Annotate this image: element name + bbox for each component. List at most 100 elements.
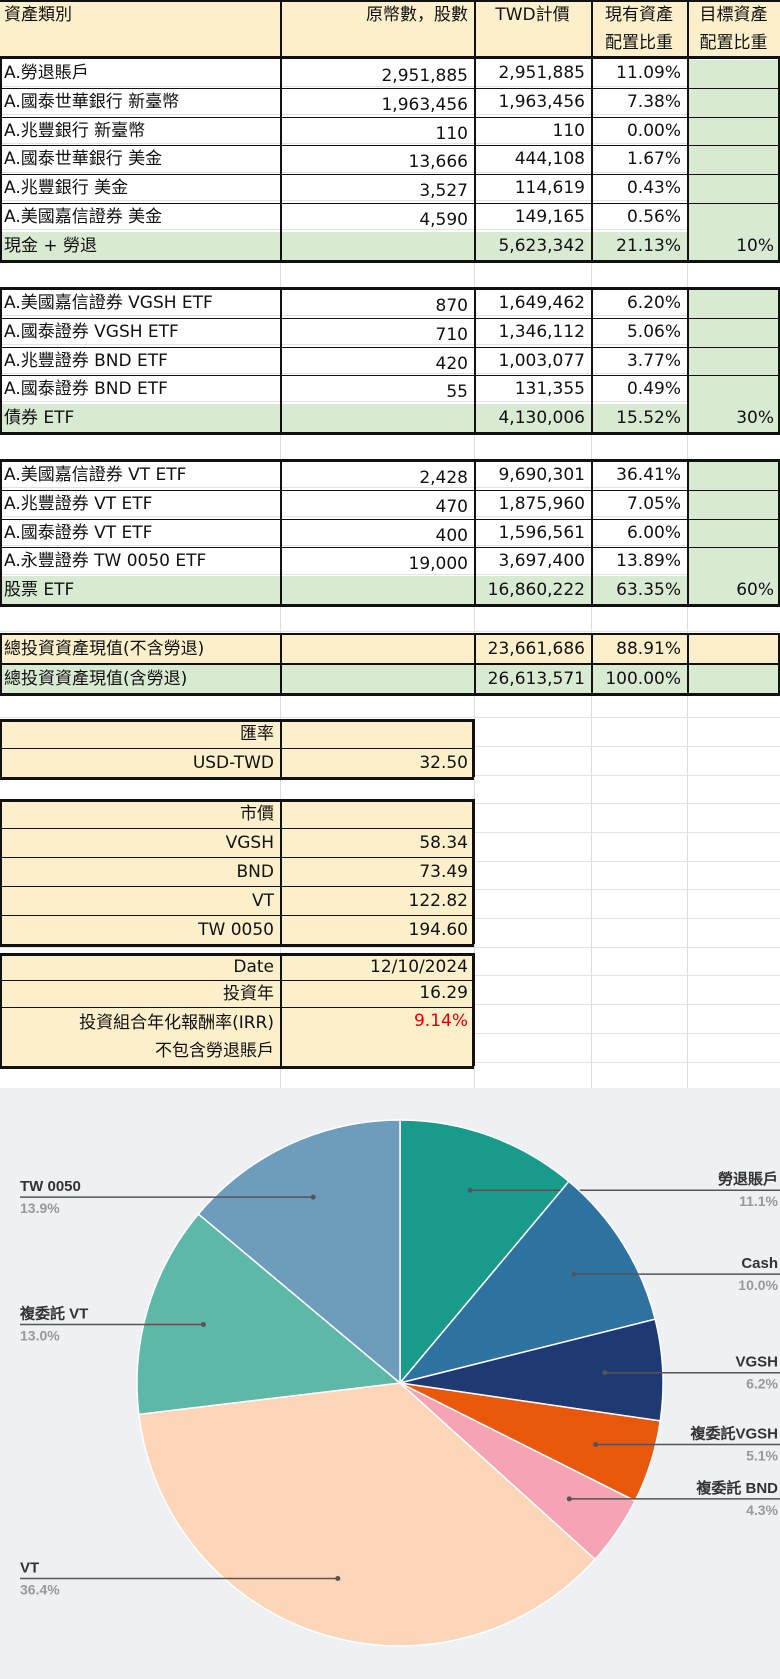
fx-value[interactable]: 32.50 <box>280 749 474 777</box>
asset-pct[interactable]: 0.49% <box>591 375 687 404</box>
border-line <box>687 459 689 605</box>
slice-label: 複委託 VT <box>19 1305 88 1323</box>
asset-pct[interactable]: 5.06% <box>591 318 687 347</box>
asset-twd[interactable]: 9,690,301 <box>474 461 591 490</box>
asset-original[interactable]: 19,000 <box>280 550 474 579</box>
asset-name[interactable]: A.兆豐證券 VT ETF <box>0 490 280 519</box>
asset-original[interactable]: 710 <box>280 321 474 350</box>
price-value[interactable]: 122.82 <box>280 887 474 915</box>
asset-twd[interactable]: 3,697,400 <box>474 547 591 576</box>
asset-name[interactable]: A.兆豐銀行 美金 <box>0 174 280 203</box>
border-line <box>0 259 780 263</box>
summary-name[interactable]: 總投資資產現值(不含勞退) <box>0 635 280 663</box>
asset-twd[interactable]: 1,003,077 <box>474 347 591 376</box>
asset-original[interactable]: 110 <box>280 120 474 149</box>
asset-twd[interactable]: 131,355 <box>474 375 591 404</box>
asset-twd[interactable]: 444,108 <box>474 145 591 174</box>
asset-original[interactable]: 870 <box>280 292 474 321</box>
years-value[interactable]: 16.29 <box>280 980 474 1006</box>
asset-name[interactable]: A.國泰世華銀行 新臺幣 <box>0 88 280 117</box>
group-total-pct[interactable]: 15.52% <box>591 404 687 433</box>
price-value[interactable]: 73.49 <box>280 858 474 886</box>
slice-label: 複委託VGSH <box>689 1425 778 1443</box>
asset-name[interactable]: A.國泰世華銀行 美金 <box>0 145 280 174</box>
date-value[interactable]: 12/10/2024 <box>280 954 474 980</box>
asset-name[interactable]: A.國泰證券 VT ETF <box>0 519 280 548</box>
summary-pct[interactable]: 88.91% <box>591 635 687 663</box>
group-total-pct[interactable]: 21.13% <box>591 232 687 261</box>
summary-twd[interactable]: 26,613,571 <box>474 665 591 693</box>
asset-pct[interactable]: 13.89% <box>591 547 687 576</box>
asset-twd[interactable]: 1,649,462 <box>474 289 591 318</box>
asset-name[interactable]: A.美國嘉信證券 VT ETF <box>0 461 280 490</box>
asset-twd[interactable]: 1,963,456 <box>474 88 591 117</box>
header-category[interactable]: 資產類別 <box>0 0 280 30</box>
group-total-twd[interactable]: 5,623,342 <box>474 232 591 261</box>
asset-original[interactable]: 2,951,885 <box>280 62 474 91</box>
asset-name[interactable]: A.兆豐證券 BND ETF <box>0 347 280 376</box>
asset-name[interactable]: A.美國嘉信證券 VGSH ETF <box>0 289 280 318</box>
asset-original[interactable]: 470 <box>280 493 474 522</box>
asset-original[interactable]: 420 <box>280 350 474 379</box>
summary-name[interactable]: 總投資資產現值(含勞退) <box>0 665 280 693</box>
border-line <box>0 0 780 2</box>
leader-dot <box>566 1496 572 1502</box>
header-current-1[interactable]: 現有資產 <box>591 0 687 30</box>
header-target-2[interactable]: 配置比重 <box>687 28 780 58</box>
header-current-2[interactable]: 配置比重 <box>591 28 687 58</box>
asset-name[interactable]: A.美國嘉信證券 美金 <box>0 203 280 232</box>
price-value[interactable]: 58.34 <box>280 829 474 857</box>
asset-twd[interactable]: 1,596,561 <box>474 519 591 548</box>
asset-pct[interactable]: 1.67% <box>591 145 687 174</box>
asset-name[interactable]: A.兆豐銀行 新臺幣 <box>0 117 280 146</box>
group-total-name[interactable]: 債券 ETF <box>0 404 280 433</box>
asset-twd[interactable]: 1,346,112 <box>474 318 591 347</box>
header-original[interactable]: 原幣數，股數 <box>280 0 474 30</box>
group-target-pct[interactable]: 10% <box>687 232 780 261</box>
asset-original[interactable]: 55 <box>280 378 474 407</box>
group-total-twd[interactable]: 16,860,222 <box>474 576 591 605</box>
asset-original[interactable]: 2,428 <box>280 464 474 493</box>
asset-twd[interactable]: 114,619 <box>474 174 591 203</box>
asset-name[interactable]: A.永豐證券 TW 0050 ETF <box>0 547 280 576</box>
asset-pct[interactable]: 0.56% <box>591 203 687 232</box>
asset-name[interactable]: A.國泰證券 VGSH ETF <box>0 318 280 347</box>
asset-pct[interactable]: 36.41% <box>591 461 687 490</box>
group-total-name[interactable]: 股票 ETF <box>0 576 280 605</box>
irr-value[interactable]: 9.14% <box>280 1007 474 1035</box>
spreadsheet[interactable]: 資產類別 原幣數，股數 TWD計價 現有資產 配置比重 目標資產 配置比重 A.勞退賬戶 2,9… <box>0 0 780 1088</box>
group-total-pct[interactable]: 63.35% <box>591 576 687 605</box>
asset-name[interactable]: A.勞退賬戶 <box>0 59 280 88</box>
asset-pct[interactable]: 7.05% <box>591 490 687 519</box>
slice-percent: 11.1% <box>739 1193 778 1209</box>
group-target-pct[interactable]: 60% <box>687 576 780 605</box>
asset-original[interactable]: 4,590 <box>280 206 474 235</box>
asset-pct[interactable]: 6.20% <box>591 289 687 318</box>
header-target-1[interactable]: 目標資產 <box>687 0 780 30</box>
asset-name[interactable]: A.國泰證券 BND ETF <box>0 375 280 404</box>
summary-twd[interactable]: 23,661,686 <box>474 635 591 663</box>
group-total-name[interactable]: 現金 + 勞退 <box>0 232 280 261</box>
cell-fill <box>688 60 780 88</box>
price-value[interactable]: 194.60 <box>280 916 474 944</box>
border-line <box>474 0 476 57</box>
group-target-pct[interactable]: 30% <box>687 404 780 433</box>
summary-pct[interactable]: 100.00% <box>591 665 687 693</box>
asset-pct[interactable]: 3.77% <box>591 347 687 376</box>
asset-twd[interactable]: 149,165 <box>474 203 591 232</box>
asset-twd[interactable]: 110 <box>474 117 591 146</box>
asset-twd[interactable]: 2,951,885 <box>474 59 591 88</box>
asset-original[interactable]: 3,527 <box>280 177 474 206</box>
asset-twd[interactable]: 1,875,960 <box>474 490 591 519</box>
asset-pct[interactable]: 7.38% <box>591 88 687 117</box>
asset-original[interactable]: 13,666 <box>280 148 474 177</box>
group-total-twd[interactable]: 4,130,006 <box>474 404 591 433</box>
header-twd[interactable]: TWD計價 <box>474 0 591 30</box>
asset-pct[interactable]: 6.00% <box>591 519 687 548</box>
asset-pct[interactable]: 0.43% <box>591 174 687 203</box>
asset-pct[interactable]: 0.00% <box>591 117 687 146</box>
asset-pct[interactable]: 11.09% <box>591 59 687 88</box>
cell-fill <box>688 376 780 405</box>
asset-original[interactable]: 1,963,456 <box>280 91 474 120</box>
asset-original[interactable]: 400 <box>280 522 474 551</box>
